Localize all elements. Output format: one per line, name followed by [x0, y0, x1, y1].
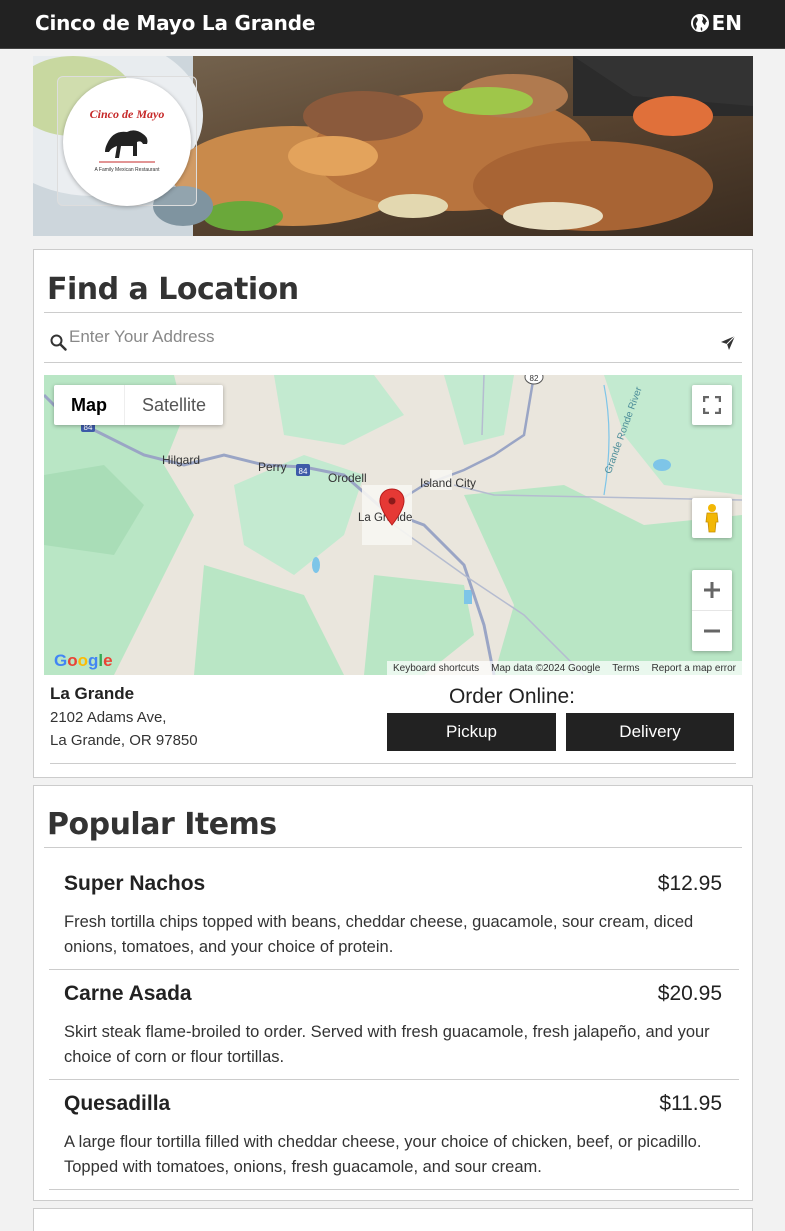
map-label-island-city: Island City [420, 476, 476, 490]
divider [49, 1079, 739, 1080]
highway-shield-84-east: 84 [299, 467, 308, 476]
highway-shield-82: 82 [530, 375, 539, 383]
map-data-text: Map data ©2024 Google [491, 662, 601, 674]
order-online-label: Order Online: [448, 685, 576, 708]
divider [44, 847, 742, 848]
map-attribution: Keyboard shortcuts Map data ©2024 Google… [386, 661, 742, 675]
logo-text: Cinco de Mayo [90, 107, 165, 121]
delivery-button[interactable]: Delivery [566, 713, 734, 751]
divider [50, 763, 736, 764]
menu-item-name: Super Nachos [64, 872, 206, 895]
keyboard-shortcuts-link[interactable]: Keyboard shortcuts [393, 663, 479, 674]
find-location-panel: Find a Location Enter Your Address Hilga… [33, 249, 753, 778]
map-label-hilgard: Hilgard [162, 453, 200, 467]
location-address-line1: 2102 Adams Ave, [50, 709, 167, 726]
terms-link[interactable]: Terms [612, 663, 639, 674]
zoom-in-button[interactable] [692, 571, 732, 611]
logo-subtext: A Family Mexican Restaurant [94, 167, 160, 173]
locate-arrow-icon[interactable] [720, 335, 736, 351]
plus-icon [704, 582, 720, 598]
fullscreen-button[interactable] [692, 385, 732, 425]
search-icon [50, 334, 67, 351]
map-label-orodell: Orodell [328, 471, 367, 485]
address-search [44, 313, 742, 363]
language-selector[interactable]: EN [690, 11, 742, 35]
menu-item-description: A large flour tortilla filled with chedd… [64, 1133, 702, 1176]
minus-icon [704, 629, 720, 632]
location-map[interactable]: Hilgard Perry Orodell Island City La Gra… [44, 375, 742, 675]
menu-item-description: Skirt steak flame-broiled to order. Serv… [64, 1023, 710, 1066]
menu-item[interactable]: Super Nachos $12.95 Fresh tortilla chips… [49, 872, 739, 970]
next-panel [33, 1208, 753, 1231]
divider [49, 1189, 739, 1190]
divider [49, 969, 739, 970]
popular-items-heading: Popular Items [47, 807, 277, 842]
menu-item-name: Quesadilla [64, 1092, 171, 1115]
globe-icon [690, 14, 709, 32]
menu-item-price: $12.95 [657, 872, 722, 895]
top-bar: Cinco de Mayo La Grande EN [0, 0, 785, 49]
find-location-heading: Find a Location [47, 272, 299, 307]
horse-icon [105, 130, 148, 158]
google-logo[interactable]: Google [54, 651, 113, 671]
street-view-button[interactable] [692, 498, 732, 538]
map-type-map-button[interactable]: Map [54, 385, 124, 425]
menu-item[interactable]: Quesadilla $11.95 A large flour tortilla… [49, 1092, 739, 1190]
menu-item-description: Fresh tortilla chips topped with beans, … [64, 913, 694, 956]
site-title[interactable]: Cinco de Mayo La Grande [35, 11, 315, 35]
zoom-control [692, 570, 732, 651]
fullscreen-icon [703, 396, 721, 414]
report-map-error-link[interactable]: Report a map error [652, 663, 736, 674]
menu-item[interactable]: Carne Asada $20.95 Skirt steak flame-bro… [49, 982, 739, 1080]
pegman-icon [705, 504, 719, 533]
restaurant-logo: Cinco de Mayo A Family Mexican Restauran… [63, 78, 191, 206]
map-label-perry: Perry [258, 460, 287, 474]
location-address-line2: La Grande, OR 97850 [50, 732, 198, 749]
map-type-control: Map Satellite [54, 385, 224, 425]
pickup-button[interactable]: Pickup [387, 713, 556, 751]
popular-items-panel: Popular Items Super Nachos $12.95 Fresh … [33, 785, 753, 1201]
address-input[interactable] [69, 327, 709, 347]
language-label: EN [711, 11, 742, 35]
location-name: La Grande [50, 684, 135, 703]
zoom-out-button[interactable] [692, 611, 732, 651]
map-type-satellite-button[interactable]: Satellite [124, 385, 223, 425]
menu-item-price: $11.95 [659, 1092, 722, 1115]
menu-item-name: Carne Asada [64, 982, 192, 1005]
menu-item-price: $20.95 [657, 982, 722, 1005]
